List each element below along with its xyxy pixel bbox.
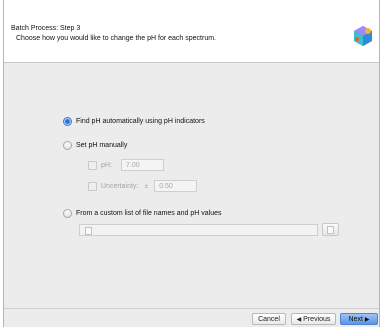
auto-radio[interactable] <box>63 117 72 126</box>
manual-label: Set pH manually <box>76 142 128 149</box>
browse-button[interactable] <box>322 223 339 236</box>
file-path-input[interactable] <box>79 224 318 236</box>
app-logo-icon <box>354 26 372 46</box>
custom-radio[interactable] <box>63 209 72 218</box>
option-manual[interactable]: Set pH manually <box>63 141 127 150</box>
auto-label: Find pH automatically using pH indicator… <box>76 118 205 125</box>
batch-process-window: Batch Process: Step 3 Choose how you wou… <box>3 0 380 327</box>
ph-row: pH: 7.00 <box>88 159 164 171</box>
option-auto[interactable]: Find pH automatically using pH indicator… <box>63 117 205 126</box>
uncertainty-input[interactable]: 0.50 <box>154 180 198 192</box>
uncertainty-row: Uncertainty: ± 0.50 <box>88 180 198 192</box>
uncertainty-label: Uncertainty: <box>101 182 139 190</box>
ph-input[interactable]: 7.00 <box>121 159 164 171</box>
cancel-label: Cancel <box>258 315 280 323</box>
manual-radio[interactable] <box>63 141 72 150</box>
previous-button[interactable]: ◀ Previous <box>291 313 336 325</box>
next-button[interactable]: Next ▶ <box>340 313 378 325</box>
footer-divider <box>4 308 379 309</box>
cancel-button[interactable]: Cancel <box>252 313 286 325</box>
open-file-icon <box>327 226 334 234</box>
step-subtitle: Choose how you would like to change the … <box>16 35 217 42</box>
ph-checkbox[interactable] <box>88 160 97 170</box>
document-icon <box>85 227 92 235</box>
wizard-header: Batch Process: Step 3 Choose how you wou… <box>4 0 379 63</box>
arrow-right-icon: ▶ <box>364 316 370 323</box>
custom-label: From a custom list of file names and pH … <box>76 210 222 217</box>
step-title: Batch Process: Step 3 <box>11 25 81 32</box>
next-label: Next <box>348 315 363 323</box>
option-custom[interactable]: From a custom list of file names and pH … <box>63 209 222 218</box>
arrow-left-icon: ◀ <box>296 316 302 323</box>
ph-label: pH: <box>101 161 112 169</box>
plus-minus-symbol: ± <box>144 182 149 190</box>
uncertainty-checkbox[interactable] <box>88 181 97 191</box>
previous-label: Previous <box>303 315 331 323</box>
